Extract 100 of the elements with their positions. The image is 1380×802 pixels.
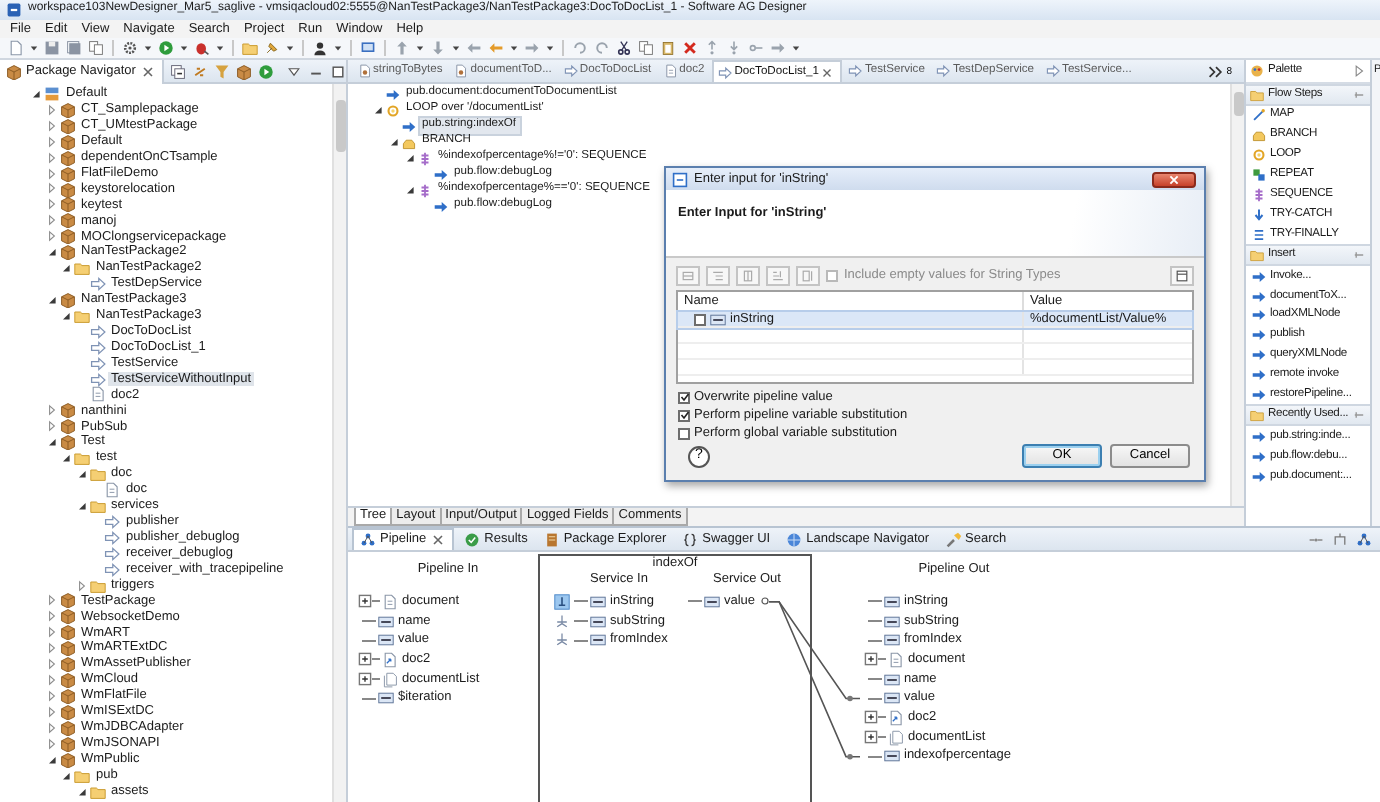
tree-toggle-icon[interactable] [388,136,400,148]
tree-toggle-icon[interactable] [45,119,57,132]
collapse-triangle-icon[interactable] [1352,64,1366,78]
tree-toggle-icon[interactable] [45,103,57,116]
copy-icon[interactable] [638,40,654,56]
scrollbar[interactable] [1230,84,1244,506]
maximize-icon[interactable] [329,63,346,79]
step-down-icon[interactable] [726,40,742,56]
caret-icon[interactable] [334,44,342,52]
tree-toggle-icon[interactable] [45,293,57,306]
table-tool-button[interactable] [736,265,760,285]
tree-toggle-icon[interactable] [75,579,87,592]
table-edit-icon[interactable] [742,269,754,281]
caret-icon[interactable] [792,44,800,52]
bug-icon[interactable] [194,40,210,56]
set-value-icon[interactable] [554,593,570,610]
tree-toggle-icon[interactable] [45,198,57,211]
tree-toggle-icon[interactable] [45,420,57,433]
chevron-icon[interactable] [1208,63,1225,79]
tree-toggle-icon[interactable] [60,309,72,322]
tree-toggle-icon[interactable] [45,135,57,148]
undo-icon[interactable] [572,40,588,56]
tree-toggle-icon[interactable] [45,721,57,734]
scrollbar[interactable] [332,84,346,802]
tree-toggle-icon[interactable] [45,167,57,180]
tree-toggle-icon[interactable] [45,230,57,243]
tree-layout-icon[interactable] [1332,531,1348,547]
step-up-icon[interactable] [704,40,720,56]
tree-toggle-icon[interactable] [45,705,57,718]
caret-icon[interactable] [286,44,294,52]
caret-icon[interactable] [216,44,224,52]
tree-toggle-icon[interactable] [45,658,57,671]
checkbox[interactable] [678,409,690,421]
tree-toggle-icon[interactable] [45,436,57,449]
delete-icon[interactable] [682,40,698,56]
redo-icon[interactable] [594,40,610,56]
tree-toggle-icon[interactable] [404,184,416,196]
table-edit-icon[interactable] [682,269,694,281]
expand-box-icon[interactable] [864,730,878,745]
tree-toggle-icon[interactable] [45,610,57,623]
swap-arrow-icon[interactable] [488,40,504,56]
tree-toggle-icon[interactable] [45,594,57,607]
monitor-icon[interactable] [360,40,376,56]
checkbox[interactable] [694,314,706,326]
tree-toggle-icon[interactable] [45,626,57,639]
table-tool-button[interactable] [796,265,820,285]
tree-toggle-icon[interactable] [75,785,87,798]
tree-toggle-icon[interactable] [45,737,57,750]
caret-icon[interactable] [416,44,424,52]
gear-icon[interactable] [122,40,138,56]
expand-box-icon[interactable] [864,652,878,667]
expand-box-icon[interactable] [358,594,372,609]
expand-box-icon[interactable] [358,672,372,687]
close-icon[interactable] [820,65,835,79]
drop-target-icon[interactable] [554,632,570,649]
table-edit-icon[interactable] [802,269,814,281]
save-icon[interactable] [44,40,60,56]
table-tool-button[interactable] [706,265,730,285]
expand-box-icon[interactable] [358,652,372,667]
tree-toggle-icon[interactable] [45,246,57,259]
tree-toggle-icon[interactable] [45,753,57,766]
tree-toggle-icon[interactable] [75,499,87,512]
checkbox[interactable] [678,391,690,403]
caret-icon[interactable] [180,44,188,52]
scissors-icon[interactable] [616,40,632,56]
tree-toggle-icon[interactable] [60,769,72,782]
copy-icon[interactable] [88,40,104,56]
table-edit-icon[interactable] [712,269,724,281]
link-icon[interactable] [191,63,208,79]
tree-toggle-icon[interactable] [60,262,72,275]
checkbox[interactable] [678,427,690,439]
run-icon[interactable] [158,40,174,56]
close-icon[interactable] [430,532,447,548]
tree-toggle-icon[interactable] [372,104,384,116]
caret-icon[interactable] [144,44,152,52]
tree-toggle-icon[interactable] [75,468,87,481]
caret-icon[interactable] [30,44,38,52]
left-arrow-icon[interactable] [466,40,482,56]
tree-toggle-icon[interactable] [45,689,57,702]
up-arrow-icon[interactable] [394,40,410,56]
right-arrow-icon[interactable] [524,40,540,56]
right-arrow-icon[interactable] [770,40,786,56]
tree-toggle-icon[interactable] [60,452,72,465]
tree-toggle-icon[interactable] [45,151,57,164]
user-icon[interactable] [312,40,328,56]
table-icon[interactable] [1176,269,1188,281]
caret-icon[interactable] [452,44,460,52]
table-view-button[interactable] [1170,265,1194,285]
tree-toggle-icon[interactable] [45,642,57,655]
package-icon[interactable] [235,63,252,79]
tree-toggle-icon[interactable] [45,214,57,227]
tree-toggle-icon[interactable] [45,404,57,417]
table-edit-icon[interactable] [772,269,784,281]
caret-icon[interactable] [546,44,554,52]
close-icon[interactable] [139,63,156,79]
save-all-icon[interactable] [66,40,82,56]
tree-toggle-icon[interactable] [45,182,57,195]
tree-toggle-icon[interactable] [45,674,57,687]
connector-dot-icon[interactable] [759,596,770,607]
step-over-icon[interactable] [748,40,764,56]
